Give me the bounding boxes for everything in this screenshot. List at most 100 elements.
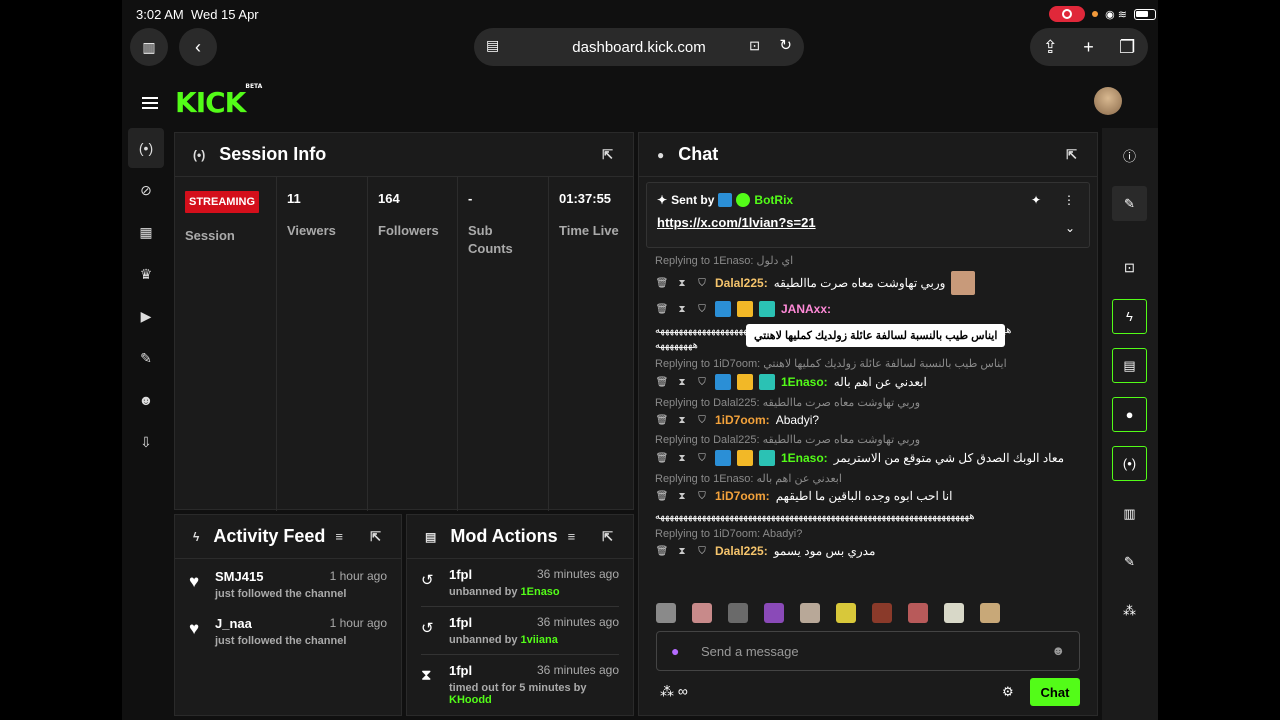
chat-username[interactable]: Dalal225: [715, 544, 768, 558]
reply-context[interactable]: Replying to 1Enaso: ابعدني عن اهم باله [655, 472, 1081, 485]
moderator-name[interactable]: 1Enaso [521, 586, 560, 598]
avatar[interactable] [1094, 87, 1122, 115]
delete-icon[interactable]: 🗑 [655, 453, 669, 464]
chat-input[interactable]: ● Send a message ☻ [656, 631, 1080, 671]
popout-icon[interactable]: ⇱ [602, 529, 613, 545]
link-icon[interactable]: ⊘ [128, 170, 164, 210]
ban-icon[interactable]: ⛉ [695, 491, 709, 502]
delete-icon[interactable]: 🗑 [655, 278, 669, 289]
unpin-icon[interactable]: ✦ [1031, 193, 1041, 207]
reply-context[interactable]: Replying to Dalal225: وربي تهاوشت معاه ص… [655, 396, 1081, 409]
kick-logo[interactable]: KICKBETA [175, 83, 262, 119]
timeout-icon[interactable]: ⧗ [675, 546, 689, 557]
info-icon[interactable]: ⓘ [1112, 138, 1147, 173]
users-icon[interactable]: ☻ [128, 380, 164, 420]
chat-text: ابعدني عن اهم باله [833, 375, 927, 389]
username[interactable]: 1fpl [449, 615, 472, 630]
username[interactable]: 1fpl [449, 567, 472, 582]
reply-context[interactable]: Replying to Dalal225: وربي تهاوشت معاه ص… [655, 433, 1081, 446]
popout-icon[interactable]: ⇱ [602, 147, 613, 163]
ban-icon[interactable]: ⛉ [695, 415, 709, 426]
chat-username[interactable]: 1iD7oom: [715, 489, 770, 503]
gear-icon[interactable]: ⚙ [1002, 684, 1014, 700]
address-bar[interactable]: ▤ dashboard.kick.com ⊡ ↻ [474, 28, 804, 66]
ban-icon[interactable]: ⛉ [695, 377, 709, 388]
broadcast-icon[interactable]: (•) [1112, 446, 1147, 481]
timeout-icon[interactable]: ⧗ [675, 304, 689, 315]
chat-username[interactable]: 1Enaso: [781, 375, 828, 389]
ban-icon[interactable]: ⛉ [695, 278, 709, 289]
wrench-icon[interactable]: ✎ [1112, 544, 1147, 579]
moderator-name[interactable]: 1viiana [521, 634, 558, 646]
emote[interactable] [656, 603, 676, 623]
timeout-icon[interactable]: ⧗ [675, 278, 689, 289]
send-chat-button[interactable]: Chat [1030, 678, 1080, 706]
wrench-icon[interactable]: ✎ [128, 338, 164, 378]
reader-icon[interactable]: ⊡ [749, 38, 760, 54]
chat-username[interactable]: JANAxx: [781, 302, 831, 316]
reload-icon[interactable]: ↻ [779, 36, 792, 54]
emote[interactable] [692, 603, 712, 623]
timeout-icon[interactable]: ⧗ [675, 453, 689, 464]
analytics-icon[interactable]: ▦ [128, 212, 164, 252]
delete-icon[interactable]: 🗑 [655, 304, 669, 315]
chevron-down-icon[interactable]: ⌄ [1065, 221, 1075, 235]
timeout-icon[interactable]: ⧗ [675, 415, 689, 426]
bot-name[interactable]: BotRix [754, 193, 793, 207]
tabs-icon[interactable]: ❐ [1119, 37, 1135, 58]
capture-icon[interactable]: ⊡ [1112, 250, 1147, 285]
new-tab-icon[interactable]: + [1083, 37, 1094, 58]
emote[interactable] [980, 603, 1000, 623]
popout-icon[interactable]: ⇱ [370, 529, 381, 545]
emote[interactable] [908, 603, 928, 623]
chat-message: Replying to 1iD7oom: Abadyi? 🗑 ⧗ ⛉ Dalal225… [639, 528, 1097, 558]
chat-username[interactable]: Dalal225: [715, 276, 768, 290]
timeout-icon[interactable]: ⧗ [675, 491, 689, 502]
chat-bubble-icon[interactable]: ● [1112, 397, 1147, 432]
moderator-name[interactable]: KHoodd [449, 694, 492, 706]
emoji-icon[interactable]: ☻ [1051, 643, 1065, 658]
username[interactable]: J_naa [215, 616, 252, 631]
broadcast-icon[interactable]: (•) [128, 128, 164, 168]
upload-icon[interactable]: ⇩ [128, 422, 164, 462]
filter-icon[interactable]: ≡ [335, 529, 343, 544]
ban-icon[interactable]: ⛉ [695, 453, 709, 464]
sidebar-toggle-button[interactable]: ▥ [130, 28, 168, 66]
reply-context[interactable]: Replying to 1iD7oom: Abadyi? [655, 528, 1081, 540]
delete-icon[interactable]: 🗑 [655, 491, 669, 502]
ban-icon[interactable]: ⛉ [695, 304, 709, 315]
delete-icon[interactable]: 🗑 [655, 377, 669, 388]
username[interactable]: 1fpl [449, 663, 472, 678]
delete-icon[interactable]: 🗑 [655, 415, 669, 426]
document-icon[interactable]: ▤ [1112, 348, 1147, 383]
emote[interactable] [728, 603, 748, 623]
emote[interactable] [836, 603, 856, 623]
ban-icon[interactable]: ⛉ [695, 546, 709, 557]
pinned-link[interactable]: https://x.com/1lvian?s=21 [657, 215, 1079, 230]
apps-icon[interactable]: ⁂ [1112, 593, 1147, 628]
reply-context[interactable]: Replying to 1iD7oom: ايناس طيب بالنسبة ل… [655, 357, 1081, 370]
kick-points-icon[interactable]: ⁂ ∞ [660, 683, 688, 700]
edit-icon[interactable]: ✎ [1112, 186, 1147, 221]
popout-icon[interactable]: ⇱ [1066, 147, 1077, 163]
emote[interactable] [800, 603, 820, 623]
bolt-icon[interactable]: ϟ [1112, 299, 1147, 334]
video-icon[interactable]: ▶ [128, 296, 164, 336]
back-button[interactable]: ‹ [179, 28, 217, 66]
reply-context[interactable]: Replying to 1Enaso: اي دلول [655, 254, 1081, 267]
username[interactable]: SMJ415 [215, 569, 263, 584]
filter-icon[interactable]: ≡ [568, 529, 576, 544]
emote[interactable] [872, 603, 892, 623]
chat-username[interactable]: 1iD7oom: [715, 413, 770, 427]
delete-icon[interactable]: 🗑 [655, 546, 669, 557]
trophy-icon[interactable]: ♛ [128, 254, 164, 294]
chat-username[interactable]: 1Enaso: [781, 451, 828, 465]
emote[interactable] [764, 603, 784, 623]
timeout-icon[interactable]: ⧗ [675, 377, 689, 388]
more-icon[interactable]: ⋮ [1063, 193, 1075, 207]
microphone-icon[interactable]: ● [671, 643, 679, 659]
menu-icon[interactable] [142, 94, 158, 112]
emote[interactable] [944, 603, 964, 623]
share-icon[interactable]: ⇪ [1043, 37, 1058, 58]
layout-icon[interactable]: ▥ [1112, 496, 1147, 531]
